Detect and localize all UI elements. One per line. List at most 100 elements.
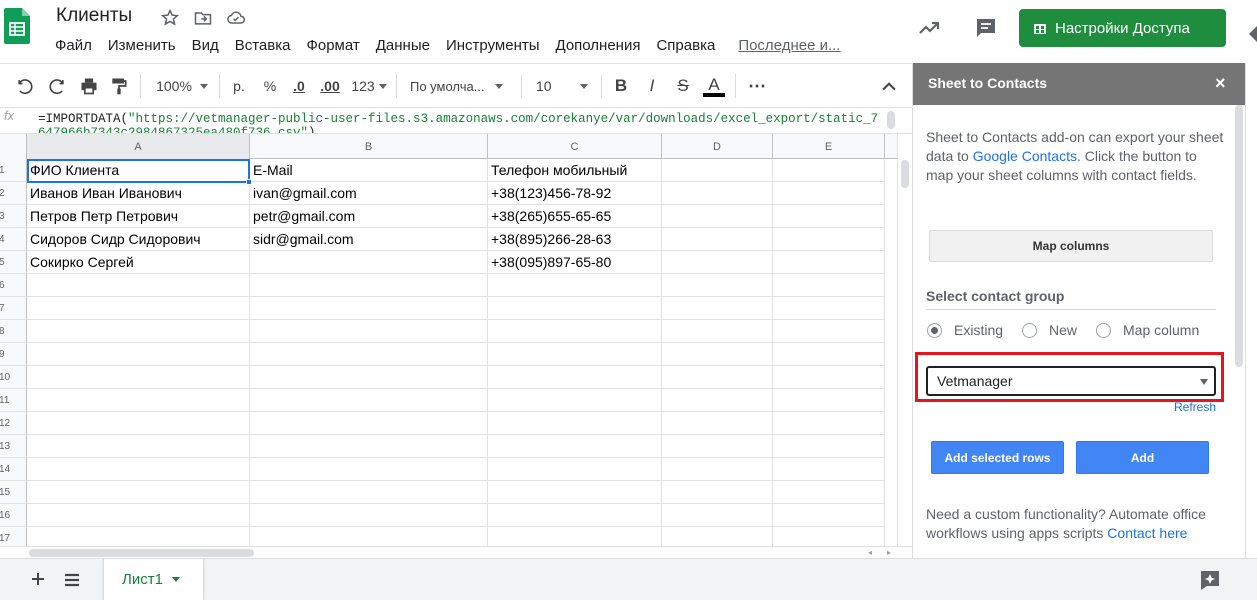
- menu-data[interactable]: Данные: [376, 37, 430, 57]
- grid-cell[interactable]: [662, 435, 773, 458]
- star-icon[interactable]: [160, 8, 180, 28]
- grid-cell[interactable]: [27, 320, 250, 343]
- column-header-b[interactable]: B: [250, 134, 488, 159]
- row-header[interactable]: 7: [0, 297, 27, 320]
- fill-handle[interactable]: [246, 179, 252, 185]
- text-color-button[interactable]: A: [703, 74, 725, 98]
- share-button[interactable]: Настройки Доступа: [1019, 9, 1226, 47]
- close-icon[interactable]: ×: [1215, 74, 1231, 92]
- more-formats-button[interactable]: 123: [350, 74, 388, 98]
- grid-cell[interactable]: [662, 205, 773, 228]
- grid-cell[interactable]: [662, 527, 773, 546]
- grid-cell[interactable]: [27, 274, 250, 297]
- grid-cell[interactable]: petr@gmail.com: [250, 205, 488, 228]
- row-header[interactable]: 12: [0, 412, 27, 435]
- grid-cell[interactable]: [773, 481, 885, 504]
- grid-cell[interactable]: [773, 320, 885, 343]
- radio-new[interactable]: New: [1022, 320, 1077, 340]
- italic-button[interactable]: I: [642, 74, 662, 98]
- grid-cell[interactable]: [250, 366, 488, 389]
- grid-cell[interactable]: [250, 389, 488, 412]
- grid-cell[interactable]: [773, 159, 885, 182]
- sidebar-scrollbar[interactable]: [1233, 105, 1245, 558]
- grid-cell[interactable]: [662, 504, 773, 527]
- grid-cell[interactable]: [662, 182, 773, 205]
- grid-cell[interactable]: [773, 251, 885, 274]
- refresh-link[interactable]: Refresh: [1174, 400, 1216, 414]
- contact-here-link[interactable]: Contact here: [1107, 525, 1187, 541]
- font-size-select[interactable]: 10: [530, 74, 594, 98]
- menu-tools[interactable]: Инструменты: [446, 37, 540, 57]
- grid-cell[interactable]: [488, 389, 662, 412]
- menu-addons[interactable]: Дополнения: [556, 37, 641, 57]
- grid-cell[interactable]: [662, 389, 773, 412]
- percent-format-button[interactable]: %: [260, 74, 280, 98]
- grid-cell[interactable]: ivan@gmail.com: [250, 182, 488, 205]
- grid-vertical-scrollbar[interactable]: [897, 134, 912, 546]
- row-header[interactable]: 15: [0, 481, 27, 504]
- activity-dashboard-icon[interactable]: [917, 16, 941, 40]
- grid-cell[interactable]: [662, 274, 773, 297]
- grid-cell[interactable]: [488, 527, 662, 546]
- grid-cell[interactable]: [773, 504, 885, 527]
- comments-icon[interactable]: [974, 16, 998, 40]
- radio-map-column[interactable]: Map column: [1096, 320, 1199, 340]
- undo-button[interactable]: [13, 74, 37, 98]
- row-header[interactable]: 11: [0, 389, 27, 412]
- grid-cell[interactable]: [662, 297, 773, 320]
- grid-cell[interactable]: +38(265)655-65-65: [488, 205, 662, 228]
- formula-scrollbar[interactable]: [887, 111, 895, 129]
- row-header[interactable]: 5: [0, 251, 27, 274]
- grid-cell[interactable]: [662, 366, 773, 389]
- formula-input[interactable]: =IMPORTDATA("https://vetmanager-public-u…: [38, 112, 883, 133]
- row-header[interactable]: 2: [0, 182, 27, 205]
- grid-cell[interactable]: [488, 343, 662, 366]
- grid-cell[interactable]: [488, 297, 662, 320]
- grid-cell[interactable]: [773, 389, 885, 412]
- grid-cell[interactable]: [27, 458, 250, 481]
- column-header-c[interactable]: C: [488, 134, 662, 159]
- grid-cell[interactable]: [662, 320, 773, 343]
- row-header[interactable]: 16: [0, 504, 27, 527]
- menu-insert[interactable]: Вставка: [235, 37, 291, 57]
- grid-vertical-scroll-thumb[interactable]: [901, 160, 909, 188]
- collapse-toolbar-icon[interactable]: [879, 77, 899, 97]
- grid-cell[interactable]: Сокирко Сергей: [27, 251, 250, 274]
- cloud-saved-icon[interactable]: [226, 8, 246, 28]
- add-sheet-button[interactable]: [28, 567, 48, 591]
- spreadsheet-grid[interactable]: A B C D E 1 ФИО Клиента E-Mail Телефон моби…: [0, 134, 897, 546]
- grid-cell[interactable]: +38(895)266-28-63: [488, 228, 662, 251]
- grid-horizontal-scrollbar[interactable]: ◂ ▸: [0, 546, 912, 558]
- sheets-logo-icon[interactable]: [4, 8, 30, 44]
- grid-cell[interactable]: [662, 251, 773, 274]
- more-toolbar-button[interactable]: ⋯: [745, 74, 769, 98]
- grid-cell[interactable]: Сидоров Сидр Сидорович: [27, 228, 250, 251]
- sidebar-scroll-thumb[interactable]: [1235, 105, 1243, 367]
- grid-cell[interactable]: [488, 481, 662, 504]
- radio-existing-circle[interactable]: [927, 322, 942, 338]
- grid-cell[interactable]: +38(123)456-78-92: [488, 182, 662, 205]
- row-header[interactable]: 14: [0, 458, 27, 481]
- grid-cell[interactable]: [773, 458, 885, 481]
- grid-cell[interactable]: [662, 343, 773, 366]
- row-header[interactable]: 1: [0, 159, 27, 182]
- column-header-d[interactable]: D: [662, 134, 773, 159]
- grid-cell[interactable]: [250, 504, 488, 527]
- grid-cell[interactable]: [250, 412, 488, 435]
- grid-cell[interactable]: E-Mail: [250, 159, 488, 182]
- grid-cell[interactable]: [27, 481, 250, 504]
- grid-cell[interactable]: sidr@gmail.com: [250, 228, 488, 251]
- decrease-decimal-button[interactable]: .0: [288, 74, 310, 98]
- grid-cell[interactable]: [250, 527, 488, 546]
- currency-format-button[interactable]: р.: [229, 74, 249, 98]
- grid-cell[interactable]: [773, 366, 885, 389]
- grid-cell[interactable]: [773, 297, 885, 320]
- scroll-left-icon[interactable]: ◂: [868, 548, 872, 557]
- grid-cell[interactable]: [773, 412, 885, 435]
- grid-cell[interactable]: [773, 343, 885, 366]
- grid-cell[interactable]: [488, 504, 662, 527]
- grid-cell[interactable]: [27, 389, 250, 412]
- grid-cell[interactable]: [662, 458, 773, 481]
- sheet-tab-active[interactable]: Лист1: [103, 559, 204, 600]
- grid-cell[interactable]: [662, 159, 773, 182]
